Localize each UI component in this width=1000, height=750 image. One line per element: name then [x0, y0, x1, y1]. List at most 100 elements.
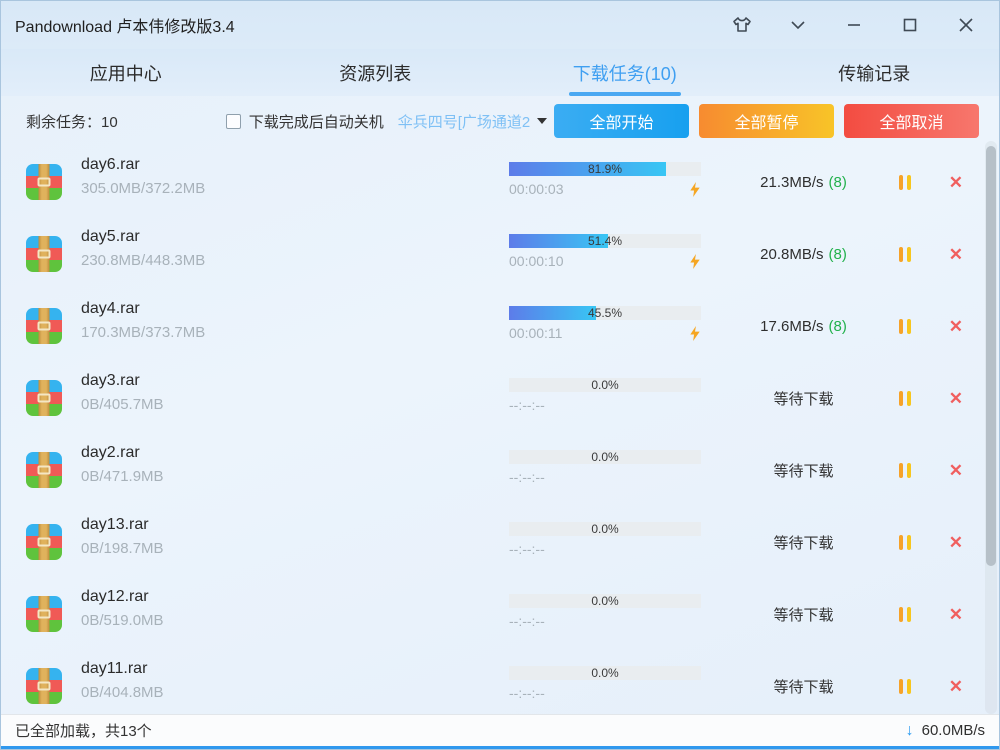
scrollbar-thumb[interactable] — [986, 146, 996, 566]
rar-file-icon — [26, 668, 62, 704]
start-all-button[interactable]: 全部开始 — [554, 104, 689, 138]
rar-file-icon — [26, 452, 62, 488]
progress-percent: 81.9% — [509, 162, 701, 176]
auto-shutdown-checkbox[interactable] — [226, 114, 241, 129]
progress-percent: 0.0% — [509, 378, 701, 392]
file-name: day3.rar — [81, 372, 164, 390]
elapsed-time: --:--:-- — [509, 613, 545, 629]
file-name: day12.rar — [81, 588, 164, 606]
file-name: day13.rar — [81, 516, 164, 534]
tab-transfer-history[interactable]: 传输记录 — [750, 49, 1000, 96]
chevron-down-icon[interactable] — [785, 12, 811, 38]
pause-task-button[interactable] — [899, 175, 911, 190]
progress-bar: 0.0% — [509, 666, 701, 680]
cancel-task-button[interactable]: ✕ — [949, 462, 963, 479]
file-size: 230.8MB/448.3MB — [81, 252, 205, 269]
task-row[interactable]: day6.rar 305.0MB/372.2MB 81.9% 00:00:03 … — [1, 146, 999, 218]
cancel-task-button[interactable]: ✕ — [949, 246, 963, 263]
tab-app-center[interactable]: 应用中心 — [1, 49, 251, 96]
file-name: day6.rar — [81, 156, 205, 174]
progress-bar: 0.0% — [509, 450, 701, 464]
file-size: 305.0MB/372.2MB — [81, 180, 205, 197]
task-row[interactable]: day11.rar 0B/404.8MB 0.0% --:--:-- 等待下载 … — [1, 650, 999, 716]
cancel-task-button[interactable]: ✕ — [949, 390, 963, 407]
progress-percent: 0.0% — [509, 594, 701, 608]
task-row[interactable]: day4.rar 170.3MB/373.7MB 45.5% 00:00:11 … — [1, 290, 999, 362]
elapsed-time: 00:00:03 — [509, 181, 564, 197]
pause-task-button[interactable] — [899, 463, 911, 478]
rar-file-icon — [26, 308, 62, 344]
elapsed-time: 00:00:11 — [509, 325, 562, 341]
rar-file-icon — [26, 524, 62, 560]
task-row[interactable]: day12.rar 0B/519.0MB 0.0% --:--:-- 等待下载 … — [1, 578, 999, 650]
elapsed-time: --:--:-- — [509, 685, 545, 701]
pause-task-button[interactable] — [899, 607, 911, 622]
pause-task-button[interactable] — [899, 679, 911, 694]
task-row[interactable]: day3.rar 0B/405.7MB 0.0% --:--:-- 等待下载 ✕ — [1, 362, 999, 434]
cancel-task-button[interactable]: ✕ — [949, 318, 963, 335]
elapsed-time: 00:00:10 — [509, 253, 564, 269]
task-row[interactable]: day5.rar 230.8MB/448.3MB 51.4% 00:00:10 … — [1, 218, 999, 290]
remaining-tasks-label: 剩余任务：10 — [26, 111, 118, 132]
file-size: 0B/471.9MB — [81, 468, 164, 485]
download-arrow-icon: ↓ — [906, 722, 914, 740]
cancel-task-button[interactable]: ✕ — [949, 534, 963, 551]
waiting-status: 等待下载 — [773, 388, 833, 409]
download-speed: 17.6MB/s — [760, 318, 823, 335]
pause-all-button[interactable]: 全部暂停 — [699, 104, 834, 138]
active-tab-underline — [569, 92, 681, 96]
progress-percent: 0.0% — [509, 522, 701, 536]
skin-icon[interactable] — [729, 12, 755, 38]
cancel-task-button[interactable]: ✕ — [949, 678, 963, 695]
tab-resource-list[interactable]: 资源列表 — [251, 49, 501, 96]
progress-bar: 0.0% — [509, 378, 701, 392]
waiting-status: 等待下载 — [773, 532, 833, 553]
speed-boost-icon — [689, 254, 701, 269]
progress-percent: 51.4% — [509, 234, 701, 248]
progress-bar: 0.0% — [509, 522, 701, 536]
pause-task-button[interactable] — [899, 535, 911, 550]
file-size: 0B/198.7MB — [81, 540, 164, 557]
task-row[interactable]: day2.rar 0B/471.9MB 0.0% --:--:-- 等待下载 ✕ — [1, 434, 999, 506]
status-bar: 已全部加载，共13个 ↓ 60.0MB/s — [1, 714, 999, 746]
progress-percent: 0.0% — [509, 450, 701, 464]
waiting-status: 等待下载 — [773, 604, 833, 625]
load-status-text: 已全部加载，共13个 — [15, 720, 152, 741]
tab-download-tasks[interactable]: 下载任务(10) — [500, 49, 750, 96]
elapsed-time: --:--:-- — [509, 541, 545, 557]
progress-bar: 0.0% — [509, 594, 701, 608]
vertical-scrollbar — [985, 141, 997, 714]
app-window: Pandownload 卢本伟修改版3.4 应用中心 资源列表 下载任务(10)… — [0, 0, 1000, 750]
total-speed: 60.0MB/s — [922, 722, 985, 739]
maximize-icon[interactable] — [897, 12, 923, 38]
auto-shutdown-label: 下载完成后自动关机 — [249, 111, 384, 132]
channel-dropdown[interactable]: 伞兵四号[广场通道2 — [398, 111, 548, 132]
file-size: 0B/519.0MB — [81, 612, 164, 629]
minimize-icon[interactable] — [841, 12, 867, 38]
titlebar: Pandownload 卢本伟修改版3.4 — [1, 1, 999, 49]
cancel-task-button[interactable]: ✕ — [949, 606, 963, 623]
cancel-task-button[interactable]: ✕ — [949, 174, 963, 191]
file-name: day2.rar — [81, 444, 164, 462]
task-row[interactable]: day13.rar 0B/198.7MB 0.0% --:--:-- 等待下载 … — [1, 506, 999, 578]
download-speed: 21.3MB/s — [760, 174, 823, 191]
file-size: 170.3MB/373.7MB — [81, 324, 205, 341]
cancel-all-button[interactable]: 全部取消 — [844, 104, 979, 138]
progress-percent: 45.5% — [509, 306, 701, 320]
thread-count: (8) — [829, 318, 847, 335]
dropdown-caret-icon — [537, 118, 547, 124]
pause-task-button[interactable] — [899, 247, 911, 262]
speed-boost-icon — [689, 326, 701, 341]
download-speed: 20.8MB/s — [760, 246, 823, 263]
pause-task-button[interactable] — [899, 319, 911, 334]
thread-count: (8) — [829, 246, 847, 263]
waiting-status: 等待下载 — [773, 460, 833, 481]
window-bottom-edge — [1, 746, 999, 749]
pause-task-button[interactable] — [899, 391, 911, 406]
close-icon[interactable] — [953, 12, 979, 38]
file-size: 0B/405.7MB — [81, 396, 164, 413]
window-title: Pandownload 卢本伟修改版3.4 — [15, 13, 235, 37]
progress-percent: 0.0% — [509, 666, 701, 680]
thread-count: (8) — [829, 174, 847, 191]
progress-bar: 51.4% — [509, 234, 701, 248]
